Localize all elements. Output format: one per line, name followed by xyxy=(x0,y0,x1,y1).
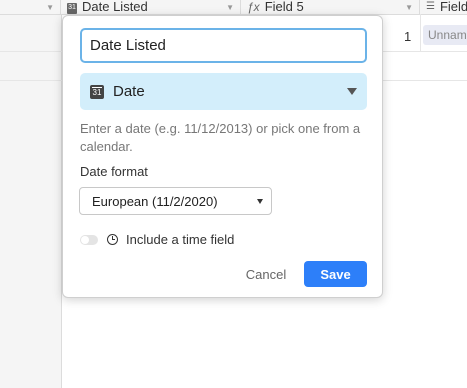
field-type-description: Enter a date (e.g. 11/12/2013) or pick o… xyxy=(80,121,361,154)
field-name-input[interactable] xyxy=(80,28,367,63)
column-header-date-listed[interactable]: 31 Date Listed ▼ xyxy=(61,0,241,14)
date-format-select[interactable]: European (11/2/2020) xyxy=(79,187,272,215)
linked-record-chip[interactable]: Unnam xyxy=(423,25,467,45)
list-icon: ☰ xyxy=(426,1,435,12)
chevron-down-icon[interactable]: ▼ xyxy=(226,3,240,14)
clock-icon xyxy=(107,234,118,245)
formula-icon: ƒx xyxy=(247,0,260,14)
include-time-label: Include a time field xyxy=(126,232,235,247)
include-time-toggle[interactable] xyxy=(80,234,98,245)
calendar-icon: 31 xyxy=(90,84,104,99)
date-format-value: European (11/2/2020) xyxy=(92,193,218,209)
number-cell[interactable]: 1 xyxy=(404,29,411,44)
column-header-field[interactable]: ☰ Field xyxy=(420,0,467,14)
calendar-icon: 31 xyxy=(67,3,77,14)
cancel-button[interactable]: Cancel xyxy=(233,261,299,287)
toggle-knob xyxy=(81,235,89,244)
row-number-column xyxy=(0,0,62,388)
header-spacer: ▼ xyxy=(0,0,61,14)
column-header-field-5[interactable]: ƒx Field 5 ▼ xyxy=(241,0,420,14)
date-format-label: Date format xyxy=(80,164,148,179)
save-button[interactable]: Save xyxy=(304,261,367,287)
include-time-row: Include a time field xyxy=(80,232,234,247)
field-type-label: Date xyxy=(113,83,145,100)
column-divider xyxy=(420,14,421,52)
column-header-label: Date Listed xyxy=(82,0,148,14)
chevron-down-icon xyxy=(257,198,263,204)
chevron-down-icon[interactable]: ▼ xyxy=(405,3,419,14)
grid-header: ▼ 31 Date Listed ▼ ƒx Field 5 ▼ ☰ Field xyxy=(0,0,467,15)
field-config-popup: 31 Date Enter a date (e.g. 11/12/2013) o… xyxy=(62,15,383,298)
field-type-select[interactable]: 31 Date xyxy=(80,73,367,110)
column-header-label: Field xyxy=(439,0,467,14)
chevron-down-icon xyxy=(347,88,357,95)
column-header-label: Field 5 xyxy=(264,0,304,14)
chevron-down-icon[interactable]: ▼ xyxy=(46,3,60,14)
